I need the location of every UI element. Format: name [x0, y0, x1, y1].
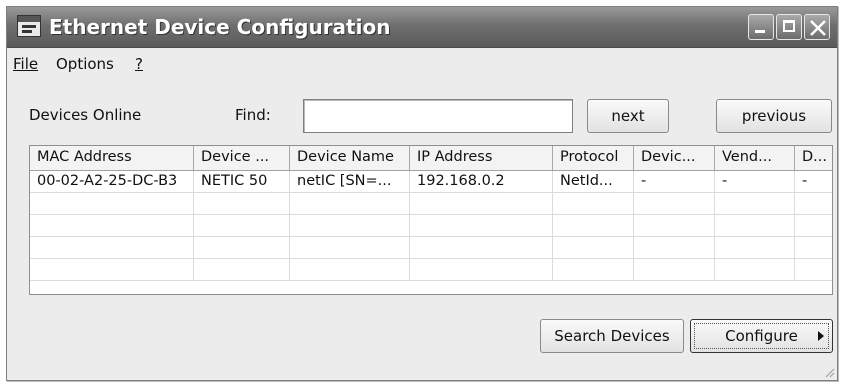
find-input[interactable]: [303, 99, 573, 133]
devices-online-label: Devices Online: [29, 106, 142, 124]
minimize-button[interactable]: [748, 14, 774, 40]
column-vendor[interactable]: Vend...: [715, 146, 795, 170]
devices-table[interactable]: MAC Address Device ... Device Name IP Ad…: [29, 145, 833, 295]
configure-label: Configure: [725, 327, 798, 345]
minimize-icon: [755, 30, 765, 33]
previous-button-label: previous: [741, 107, 807, 125]
cell-device-type: NETIC 50: [194, 171, 290, 192]
table-row-empty: [30, 215, 832, 237]
submenu-arrow-icon: [818, 331, 824, 341]
menu-bar: File Options ?: [7, 49, 837, 75]
previous-button[interactable]: previous: [716, 99, 832, 133]
column-device-id[interactable]: Devic...: [634, 146, 715, 170]
cell-device-name: netIC [SN=...: [290, 171, 410, 192]
menu-options-label: Options: [56, 55, 114, 73]
table-row-empty: [30, 237, 832, 259]
app-window: Ethernet Device Configuration File Optio…: [6, 6, 838, 381]
menu-help[interactable]: ?: [135, 55, 143, 73]
column-device-type[interactable]: Device ...: [194, 146, 290, 170]
configure-button[interactable]: Configure: [690, 319, 833, 353]
close-button[interactable]: [804, 14, 830, 40]
menu-options[interactable]: Options: [56, 55, 114, 73]
table-row-empty: [30, 193, 832, 215]
find-label: Find:: [235, 106, 271, 124]
cell-ip-address: 192.168.0.2: [410, 171, 553, 192]
column-d[interactable]: D...: [795, 146, 832, 170]
column-mac-address[interactable]: MAC Address: [30, 146, 194, 170]
cell-d: -: [802, 173, 808, 189]
cell-protocol: NetId...: [553, 171, 634, 192]
table-row-empty: [30, 259, 832, 281]
search-devices-button[interactable]: Search Devices: [540, 319, 684, 353]
cell-vendor: -: [715, 171, 795, 192]
maximize-icon: [783, 20, 795, 32]
cell-mac-address: 00-02-A2-25-DC-B3: [30, 171, 194, 192]
window-title: Ethernet Device Configuration: [49, 15, 391, 39]
table-header: MAC Address Device ... Device Name IP Ad…: [30, 146, 832, 171]
column-protocol[interactable]: Protocol: [553, 146, 634, 170]
table-row[interactable]: 00-02-A2-25-DC-B3 NETIC 50 netIC [SN=...…: [30, 171, 832, 193]
close-icon: [810, 20, 826, 36]
maximize-button[interactable]: [776, 14, 802, 40]
app-network-icon: [17, 15, 41, 37]
search-devices-label: Search Devices: [554, 327, 670, 345]
next-button[interactable]: next: [587, 99, 669, 133]
menu-file-label: File: [13, 55, 39, 73]
cell-device-id: -: [634, 171, 715, 192]
column-ip-address[interactable]: IP Address: [410, 146, 553, 170]
next-button-label: next: [611, 107, 645, 125]
menu-file[interactable]: File: [13, 55, 38, 73]
resize-grip-icon[interactable]: [823, 366, 835, 378]
title-bar[interactable]: Ethernet Device Configuration: [7, 7, 837, 48]
column-device-name[interactable]: Device Name: [290, 146, 410, 170]
